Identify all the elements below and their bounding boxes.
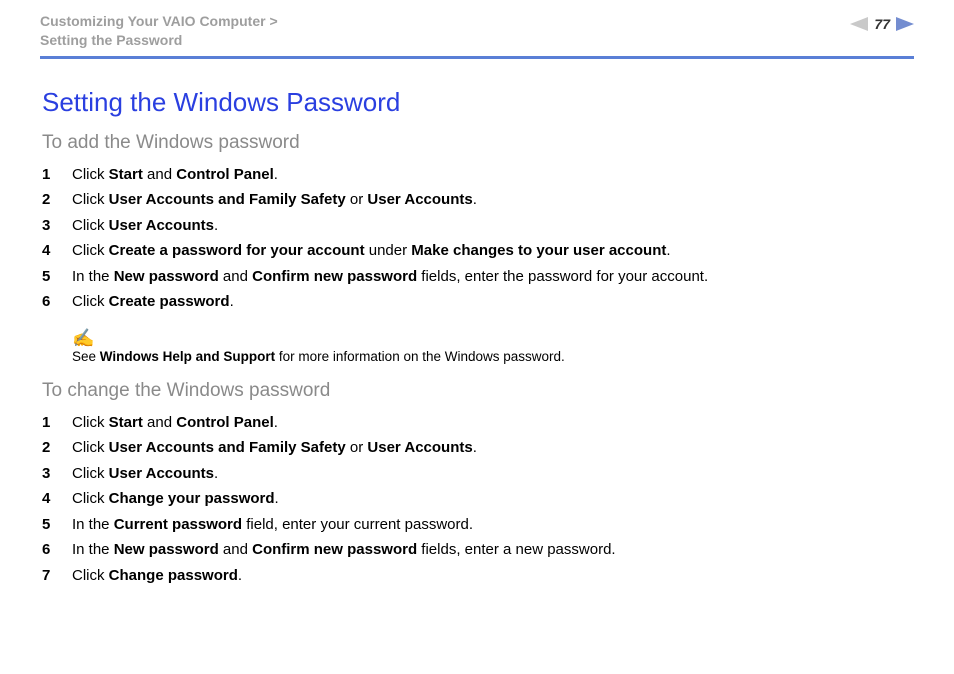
- step-item: Click Create password.: [42, 289, 912, 315]
- page-title: Setting the Windows Password: [42, 87, 912, 118]
- next-page-button[interactable]: [896, 17, 914, 31]
- step-item: In the New password and Confirm new pass…: [42, 537, 912, 563]
- step-item: In the Current password field, enter you…: [42, 512, 912, 538]
- section-heading-add: To add the Windows password: [42, 132, 912, 154]
- step-item: Click Change your password.: [42, 486, 912, 512]
- step-item: Click Start and Control Panel.: [42, 410, 912, 436]
- step-item: In the New password and Confirm new pass…: [42, 264, 912, 290]
- step-item: Click Start and Control Panel.: [42, 162, 912, 188]
- steps-list-change: Click Start and Control Panel.Click User…: [42, 410, 912, 589]
- step-item: Click User Accounts.: [42, 213, 912, 239]
- step-item: Click Change password.: [42, 563, 912, 589]
- page-number: 77: [874, 16, 890, 32]
- breadcrumb: Customizing Your VAIO Computer Setting t…: [40, 12, 278, 50]
- document-page: Customizing Your VAIO Computer Setting t…: [0, 0, 954, 674]
- header-rule: [40, 56, 914, 59]
- note-text: See Windows Help and Support for more in…: [72, 349, 912, 364]
- page-navigator: 77: [850, 16, 914, 32]
- prev-page-button[interactable]: [850, 17, 868, 31]
- step-item: Click User Accounts and Family Safety or…: [42, 435, 912, 461]
- section-heading-change: To change the Windows password: [42, 380, 912, 402]
- page-header: Customizing Your VAIO Computer Setting t…: [40, 12, 914, 50]
- breadcrumb-line-1: Customizing Your VAIO Computer: [40, 12, 278, 31]
- note-block: ✍ See Windows Help and Support for more …: [72, 329, 912, 364]
- steps-list-add: Click Start and Control Panel.Click User…: [42, 162, 912, 315]
- step-item: Click User Accounts.: [42, 461, 912, 487]
- page-content: Setting the Windows Password To add the …: [40, 87, 914, 589]
- note-icon: ✍: [72, 329, 912, 347]
- step-item: Click Create a password for your account…: [42, 238, 912, 264]
- breadcrumb-line-2: Setting the Password: [40, 31, 278, 50]
- step-item: Click User Accounts and Family Safety or…: [42, 187, 912, 213]
